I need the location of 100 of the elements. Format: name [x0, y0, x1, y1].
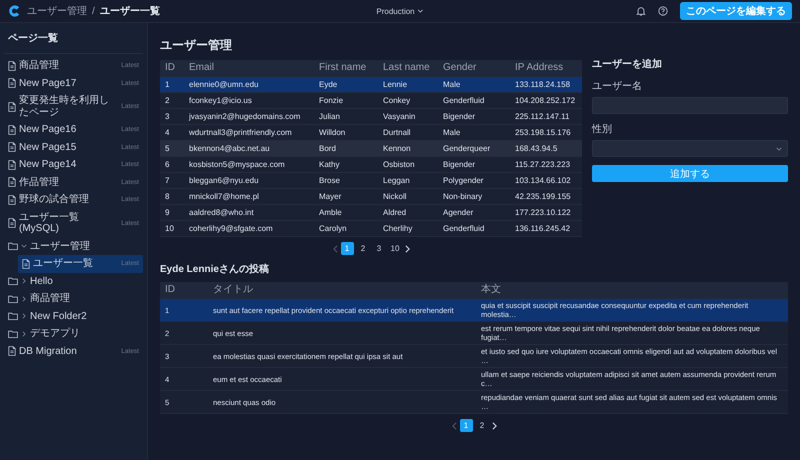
page-label: New Page16	[19, 124, 78, 136]
sidebar-folder[interactable]: New Folder2	[4, 308, 143, 325]
field-label: ユーザー名	[592, 80, 643, 93]
environment-dropdown[interactable]: Production	[372, 4, 428, 18]
table-cell-text: bkennon4@abc.net.au	[188, 142, 271, 155]
table-cell-text: 136.116.245.42	[514, 222, 572, 235]
page-label: New Page14	[19, 159, 78, 170]
sidebar-folder[interactable]: Hello	[4, 272, 143, 290]
table-cell-text: 104.208.252.172	[514, 94, 576, 107]
breadcrumb-current: ユーザー一覧	[100, 4, 160, 18]
table-cell-text: Polygender	[442, 174, 484, 187]
section-title: Eyde Lennieさんの投稿	[160, 262, 270, 276]
table-cell-text: Osbiston	[382, 158, 416, 171]
table-row[interactable]: 10 coherlihy9@sfgate.com Carolyn Cherlihy Genderfluid 136.116.245.42	[160, 221, 582, 237]
table-row[interactable]: 4 wdurtnall3@printfriendly.com Willdon Durtnall Male 253.198.15.176	[160, 125, 582, 141]
folder-label: デモアプリ	[30, 328, 81, 340]
table-cell-text: Agender	[442, 206, 474, 219]
chevron-right-icon[interactable]	[404, 244, 410, 252]
table-cell-text: 115.27.223.223	[514, 158, 572, 171]
help-icon[interactable]	[658, 6, 668, 16]
page-label: 野球の試合管理	[19, 194, 90, 206]
table-cell-text: Kathy	[318, 158, 340, 171]
table-cell-text: elennie0@umn.edu	[188, 78, 260, 91]
table-cell-text: Genderfluid	[442, 222, 486, 235]
table-cell-text: bleggan6@nyu.edu	[188, 174, 260, 187]
table-row[interactable]: 6 kosbiston5@myspace.com Kathy Osbiston Bigender 115.27.223.223	[160, 157, 582, 173]
table-cell-text: 133.118.24.158	[514, 78, 572, 91]
folder-label: 商品管理	[30, 293, 71, 304]
page-button[interactable]: 10	[388, 242, 402, 255]
table-cell-text: Non-binary	[442, 190, 484, 203]
table-cell-text: Male	[442, 126, 462, 139]
table-cell-text: 2	[164, 94, 170, 107]
table-cell-text: fconkey1@icio.us	[188, 94, 253, 107]
page-label: 商品管理	[19, 60, 60, 72]
table-cell-text: Aldred	[382, 206, 408, 219]
sidebar-folder[interactable]: ユーザー管理	[4, 238, 143, 255]
table-cell-text: Cherlihy	[382, 222, 414, 235]
table-cell-text: 225.112.147.11	[514, 110, 570, 123]
column-header: タイトル	[212, 283, 254, 297]
column-header: ID	[164, 61, 176, 75]
table-cell-text: Eyde	[318, 78, 338, 91]
sidebar-folder[interactable]: デモアプリ	[4, 325, 143, 342]
table-row[interactable]: 7 bleggan6@nyu.edu Brose Leggan Polygender 103.134.66.102	[160, 173, 582, 189]
table-cell-text: Genderqueer	[442, 142, 492, 155]
table-cell-text: 42.235.199.155	[514, 190, 572, 203]
column-header: Gender	[442, 61, 478, 75]
table-cell-text: 253.198.15.176	[514, 126, 572, 139]
page-label: 作品管理	[19, 176, 60, 188]
table-row[interactable]: 8 mnickoll7@home.pl Mayer Nickoll Non-binary 42.235.199.155	[160, 189, 582, 205]
table-cell-text: aaldred8@who.int	[188, 206, 255, 219]
table-cell-text: 9	[164, 206, 170, 219]
table-cell-text: 5	[164, 142, 170, 155]
document-icon	[8, 102, 16, 112]
table-cell-text: 1	[164, 78, 170, 91]
table-cell-text: 4	[164, 126, 170, 139]
chevron-right-icon[interactable]	[492, 422, 496, 430]
page-label: New Page15	[19, 142, 78, 153]
table-cell-text: wdurtnall3@printfriendly.com	[188, 126, 293, 139]
page-button[interactable]: 2	[476, 419, 488, 432]
folder-label: Hello	[30, 276, 54, 287]
folder-label: ユーザー管理	[30, 240, 91, 252]
table-cell-text: Genderfluid	[442, 94, 486, 107]
document-icon	[8, 142, 16, 152]
page-button[interactable]: 2	[356, 242, 370, 255]
folder-label: New Folder2	[30, 310, 88, 322]
column-header: 本文	[480, 282, 502, 297]
page-label: New Page17	[19, 78, 78, 89]
table-cell-text: Carolyn	[318, 222, 348, 235]
document-icon	[8, 218, 16, 228]
table-cell-text: 10	[164, 222, 175, 235]
select-field[interactable]	[592, 140, 788, 157]
page-label: 変更発生時を利用したページ	[19, 95, 110, 118]
column-header: Last name	[382, 61, 431, 75]
input-field[interactable]	[592, 97, 788, 114]
table-cell-text: 7	[164, 174, 170, 187]
table-cell-text: 168.43.94.5	[514, 142, 558, 155]
breadcrumb-link[interactable]: ユーザー管理	[27, 4, 87, 18]
sidebar-title: ページ一覧	[4, 27, 143, 54]
table-cell-text: coherlihy9@sfgate.com	[188, 222, 274, 235]
page-label: DB Migration	[19, 346, 78, 357]
table-cell-text: 177.223.10.122	[514, 206, 572, 219]
bell-icon[interactable]	[636, 6, 646, 16]
page-button[interactable]: 3	[372, 242, 386, 255]
sidebar-folder[interactable]: 商品管理	[4, 290, 143, 308]
table-row[interactable]: 3 jvasyanin2@hugedomains.com Julian Vasyanin Bigender 225.112.147.11	[160, 109, 582, 125]
table-row[interactable]: 9 aaldred8@who.int Amble Aldred Agender 177.223.10.122	[160, 205, 582, 221]
document-icon	[8, 160, 16, 170]
folder-icon	[8, 242, 18, 250]
table-cell-text: 6	[164, 158, 170, 171]
table-row[interactable]: 1 elennie0@umn.edu Eyde Lennie Male 133.118.24.158	[160, 77, 582, 93]
table-cell-text: Willdon	[318, 126, 346, 139]
table-cell-text: Male	[442, 78, 462, 91]
document-icon	[8, 124, 16, 135]
table-cell-text: Durtnall	[382, 126, 412, 139]
table-cell-text: jvasyanin2@hugedomains.com	[188, 110, 302, 123]
page-label: ユーザー一覧	[33, 258, 94, 270]
table-row[interactable]: 2 fconkey1@icio.us Fonzie Conkey Genderfluid 104.208.252.172	[160, 93, 582, 109]
column-header: ID	[164, 283, 176, 297]
table-cell-text: Fonzie	[318, 94, 344, 107]
table-row[interactable]: 5 bkennon4@abc.net.au Bord Kennon Genderqueer 168.43.94.5	[160, 141, 582, 157]
